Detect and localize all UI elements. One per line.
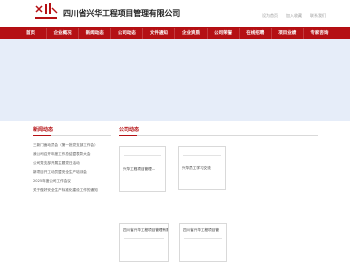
nav-item-home[interactable]: 首页 — [15, 28, 48, 39]
nav-item-projects[interactable]: 项目业绩 — [272, 28, 304, 39]
news-thumbnail[interactable]: 四川省兴华工程项目管 — [179, 223, 227, 262]
news-list: 三新门面动员会（第一批党支部工作会） 我公司召开年度工作总结暨表彰大会 公司党支… — [33, 141, 111, 195]
top-links: 设为首页 加入收藏 联系我们 — [262, 13, 326, 19]
news-thumbnail-grid: 兴华工程项目管理... 兴华员工学习交流 四川省兴华工程项目管理有限 四川省兴华… — [119, 136, 318, 264]
news-thumbnail[interactable]: 兴华工程项目管理... — [119, 146, 166, 192]
list-item[interactable]: 2025年度公司工作会议 — [33, 177, 111, 186]
thumbnail-caption: 兴华员工学习交流 — [182, 165, 211, 170]
list-item[interactable]: 公司党支部开展主题党日活动 — [33, 159, 111, 168]
nav-item-company-news[interactable]: 公司动态 — [111, 28, 144, 39]
nav-item-notices[interactable]: 文件通知 — [143, 28, 176, 39]
top-link-favorite[interactable]: 加入收藏 — [286, 13, 302, 19]
company-name: 四川省兴华工程项目管理有限公司 — [63, 9, 180, 18]
list-item[interactable]: 三新门面动员会（第一批党支部工作会） — [33, 141, 111, 150]
news-panel: 新闻动态 三新门面动员会（第一批党支部工作会） 我公司召开年度工作总结暨表彰大会… — [33, 126, 111, 263]
list-item[interactable]: 新项目开工动员暨安全生产培训会 — [33, 168, 111, 177]
list-item[interactable]: 关于做好安全生产标准化建设工作的通知 — [33, 186, 111, 195]
company-logo-icon[interactable] — [33, 2, 59, 23]
nav-item-experts[interactable]: 专家咨询 — [304, 28, 335, 39]
site-header: 四川省兴华工程项目管理有限公司 设为首页 加入收藏 联系我们 — [0, 0, 350, 26]
thumbnail-caption: 兴华工程项目管理... — [123, 166, 156, 171]
nav-item-news[interactable]: 新闻动态 — [79, 28, 112, 39]
thumbnail-caption: 四川省兴华工程项目管 — [183, 228, 219, 232]
news-thumbnail[interactable]: 兴华员工学习交流 — [178, 146, 226, 190]
top-link-set-home[interactable]: 设为首页 — [262, 13, 278, 19]
news-panel-title[interactable]: 新闻动态 — [33, 126, 111, 136]
list-item[interactable]: 我公司召开年度工作总结暨表彰大会 — [33, 150, 111, 159]
thumbnail-caption: 四川省兴华工程项目管理有限 — [123, 228, 169, 232]
nav-item-qualifications[interactable]: 企业资质 — [175, 28, 208, 39]
main-nav: 首页 企业概况 新闻动态 公司动态 文件通知 企业资质 公司荣誉 在线招聘 项目… — [0, 28, 350, 39]
nav-item-recruitment[interactable]: 在线招聘 — [240, 28, 272, 39]
nav-item-honors[interactable]: 公司荣誉 — [208, 28, 240, 39]
nav-item-overview[interactable]: 企业概况 — [47, 28, 80, 39]
news-thumbnail[interactable]: 四川省兴华工程项目管理有限 — [119, 223, 169, 262]
company-news-panel-title[interactable]: 公司动态 — [119, 126, 318, 136]
hero-banner — [0, 39, 350, 121]
company-news-panel: 公司动态 兴华工程项目管理... 兴华员工学习交流 四川省兴华工程项目管理有限 … — [119, 126, 318, 263]
top-link-contact[interactable]: 联系我们 — [310, 13, 326, 19]
